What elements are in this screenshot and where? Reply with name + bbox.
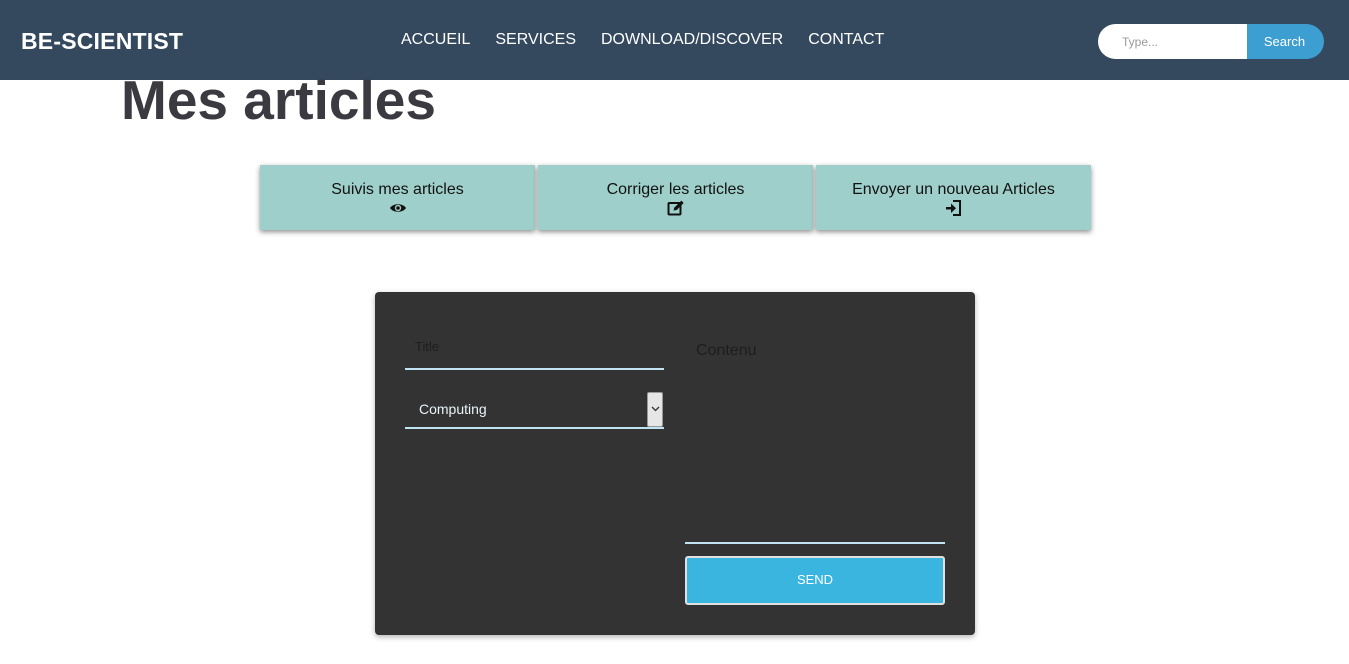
article-tabs: Suivis mes articles Corriger les article…: [260, 165, 1094, 230]
search-input[interactable]: [1098, 24, 1247, 59]
chevron-down-icon: [651, 406, 660, 412]
tab-envoyer-nouveau-article[interactable]: Envoyer un nouveau Articles: [816, 165, 1091, 230]
article-form: Computing SEND: [375, 292, 975, 635]
search-bar: Search: [1098, 24, 1324, 59]
page-title: Mes articles: [121, 69, 436, 131]
nav-item-accueil[interactable]: ACCUEIL: [401, 31, 470, 49]
brand-logo[interactable]: BE-SCIENTIST: [21, 28, 183, 55]
eye-icon: [389, 204, 406, 212]
sign-in-icon: [945, 200, 961, 216]
select-arrow[interactable]: [647, 392, 663, 427]
edit-icon: [667, 200, 684, 216]
title-input[interactable]: [405, 332, 664, 370]
tab-label: Suivis mes articles: [331, 181, 464, 198]
tab-corriger-les-articles[interactable]: Corriger les articles: [538, 165, 813, 230]
tab-label: Corriger les articles: [606, 181, 745, 198]
search-button[interactable]: Search: [1247, 24, 1324, 59]
top-navbar: BE-SCIENTIST ACCUEIL SERVICES DOWNLOAD/D…: [0, 0, 1349, 80]
content-textarea[interactable]: [685, 337, 945, 544]
send-button[interactable]: SEND: [685, 556, 945, 605]
nav-item-contact[interactable]: CONTACT: [808, 31, 884, 49]
nav-item-services[interactable]: SERVICES: [495, 31, 576, 49]
category-select[interactable]: Computing: [405, 391, 664, 429]
nav-item-download-discover[interactable]: DOWNLOAD/DISCOVER: [601, 31, 783, 49]
category-selected-value: Computing: [419, 401, 487, 417]
main-nav: ACCUEIL SERVICES DOWNLOAD/DISCOVER CONTA…: [401, 31, 909, 49]
tab-label: Envoyer un nouveau Articles: [852, 181, 1055, 198]
tab-suivis-mes-articles[interactable]: Suivis mes articles: [260, 165, 535, 230]
